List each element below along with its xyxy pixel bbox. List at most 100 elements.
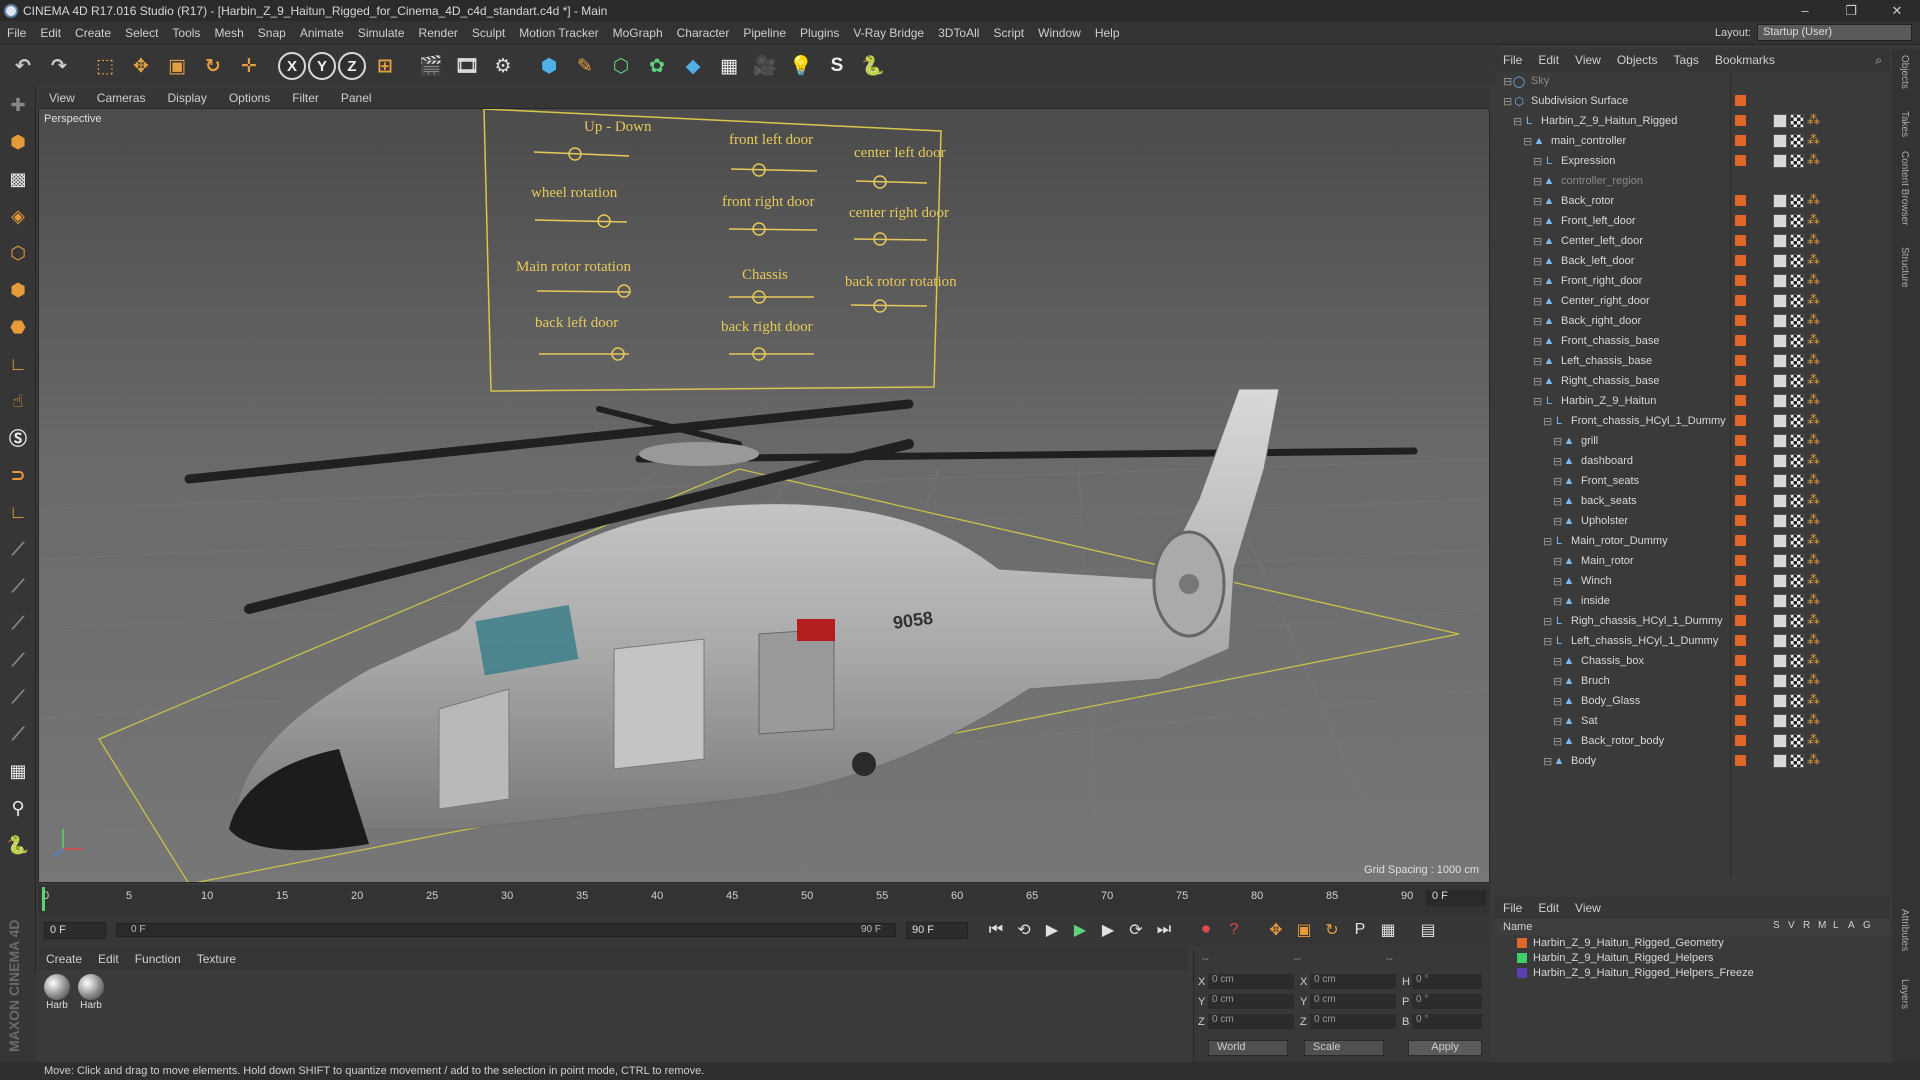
texture-tag-icon[interactable] — [1790, 494, 1804, 508]
material-tag-icon[interactable] — [1773, 534, 1787, 548]
menu-sculpt[interactable]: Sculpt — [465, 26, 512, 40]
texture-tag-icon[interactable] — [1790, 214, 1804, 228]
texture-tag-icon[interactable] — [1790, 354, 1804, 368]
material-tag-icon[interactable] — [1773, 354, 1787, 368]
layer-color-dot[interactable] — [1735, 575, 1746, 586]
object-row[interactable]: ⊟ ▲ Main_rotor ⁂ — [1495, 551, 1890, 571]
om-menu-tags[interactable]: Tags — [1666, 53, 1707, 67]
undo-icon[interactable]: ↶ — [6, 49, 40, 83]
xpresso-tag-icon[interactable]: ⁂ — [1807, 273, 1821, 288]
object-row[interactable]: ⊟ L Harbin_Z_9_Haitun ⁂ — [1495, 391, 1890, 411]
menu-3dtoall[interactable]: 3DToAll — [931, 26, 986, 40]
expand-toggle-icon[interactable]: ⊟ — [1553, 515, 1563, 528]
menu-vray-bridge[interactable]: V-Ray Bridge — [846, 26, 931, 40]
z-axis-lock-icon[interactable]: Z — [338, 52, 366, 80]
xpresso-tag-icon[interactable]: ⁂ — [1807, 453, 1821, 468]
tab-structure[interactable]: Structure — [1899, 247, 1910, 288]
previous-key-icon[interactable]: ⟲ — [1012, 918, 1036, 942]
render-settings-icon[interactable]: ⚙ — [486, 49, 520, 83]
material-tag-icon[interactable] — [1773, 374, 1787, 388]
expand-toggle-icon[interactable]: ⊟ — [1553, 555, 1563, 568]
material-tag-icon[interactable] — [1773, 114, 1787, 128]
layer-color-dot[interactable] — [1735, 595, 1746, 606]
xpresso-tag-icon[interactable]: ⁂ — [1807, 133, 1821, 148]
texture-tag-icon[interactable] — [1790, 754, 1804, 768]
layer-color-dot[interactable] — [1735, 135, 1746, 146]
expand-toggle-icon[interactable]: ⊟ — [1503, 75, 1513, 88]
material-tag-icon[interactable] — [1773, 254, 1787, 268]
menu-render[interactable]: Render — [412, 26, 465, 40]
xpresso-tag-icon[interactable]: ⁂ — [1807, 393, 1821, 408]
layer-color-dot[interactable] — [1735, 535, 1746, 546]
layer-color-dot[interactable] — [1735, 295, 1746, 306]
object-row[interactable]: ⊟ ▲ Bruch ⁂ — [1495, 671, 1890, 691]
viewport-menu-options[interactable]: Options — [218, 91, 281, 105]
magnet-icon[interactable]: ⊃ — [3, 460, 33, 490]
deformer-icon[interactable]: ◆ — [676, 49, 710, 83]
layer-color-dot[interactable] — [1735, 475, 1746, 486]
layer-color-dot[interactable] — [1735, 755, 1746, 766]
xpresso-tag-icon[interactable]: ⁂ — [1807, 193, 1821, 208]
play-icon[interactable]: ▶ — [1068, 918, 1092, 942]
expand-toggle-icon[interactable]: ⊟ — [1553, 595, 1563, 608]
object-row[interactable]: ⊟ L Expression ⁂ — [1495, 151, 1890, 171]
texture-tag-icon[interactable] — [1790, 574, 1804, 588]
expand-toggle-icon[interactable]: ⊟ — [1533, 395, 1543, 408]
object-row[interactable]: ⊟ L Front_chassis_HCyl_1_Dummy ⁂ — [1495, 411, 1890, 431]
expand-toggle-icon[interactable]: ⊟ — [1553, 735, 1563, 748]
expand-toggle-icon[interactable]: ⊟ — [1543, 755, 1553, 768]
layer-color-dot[interactable] — [1735, 655, 1746, 666]
texture-tag-icon[interactable] — [1790, 474, 1804, 488]
texture-mode-icon[interactable]: ▩ — [3, 164, 33, 194]
xpresso-tag-icon[interactable]: ⁂ — [1807, 253, 1821, 268]
xpresso-tag-icon[interactable]: ⁂ — [1807, 613, 1821, 628]
layer-color-dot[interactable] — [1735, 675, 1746, 686]
om-menu-objects[interactable]: Objects — [1609, 53, 1666, 67]
tab-objects[interactable]: Objects — [1899, 55, 1910, 89]
layer-color-dot[interactable] — [1735, 335, 1746, 346]
material-tag-icon[interactable] — [1773, 394, 1787, 408]
coordinate-system-icon[interactable]: ⊞ — [368, 49, 402, 83]
texture-tag-icon[interactable] — [1790, 734, 1804, 748]
position-x-field[interactable]: 0 cm — [1208, 974, 1294, 989]
viewport-menu-display[interactable]: Display — [156, 91, 217, 105]
material-tag-icon[interactable] — [1773, 654, 1787, 668]
point-level-icon[interactable]: ▦ — [1376, 918, 1400, 942]
xpresso-tag-icon[interactable]: ⁂ — [1807, 713, 1821, 728]
texture-tag-icon[interactable] — [1790, 314, 1804, 328]
expand-toggle-icon[interactable]: ⊟ — [1513, 115, 1523, 128]
material-tag-icon[interactable] — [1773, 474, 1787, 488]
om-menu-view[interactable]: View — [1567, 53, 1609, 67]
menu-simulate[interactable]: Simulate — [351, 26, 412, 40]
material-tag-icon[interactable] — [1773, 694, 1787, 708]
layer-color-dot[interactable] — [1735, 495, 1746, 506]
object-row[interactable]: ⊟ ▲ Upholster ⁂ — [1495, 511, 1890, 531]
floor-icon[interactable]: ▦ — [712, 49, 746, 83]
redo-icon[interactable]: ↷ — [42, 49, 76, 83]
position-y-field[interactable]: 0 cm — [1208, 994, 1294, 1009]
material-tag-icon[interactable] — [1773, 454, 1787, 468]
object-row[interactable]: ⊟ ▲ Body_Glass ⁂ — [1495, 691, 1890, 711]
material-tag-icon[interactable] — [1773, 434, 1787, 448]
expand-toggle-icon[interactable]: ⊟ — [1553, 695, 1563, 708]
xpresso-tag-icon[interactable]: ⁂ — [1807, 533, 1821, 548]
expand-toggle-icon[interactable]: ⊟ — [1543, 535, 1553, 548]
size-y-field[interactable]: 0 cm — [1310, 994, 1396, 1009]
autokeying-icon[interactable]: ? — [1222, 918, 1246, 942]
lm-menu-file[interactable]: File — [1495, 901, 1530, 915]
xpresso-tag-icon[interactable]: ⁂ — [1807, 553, 1821, 568]
material-tag-icon[interactable] — [1773, 194, 1787, 208]
layer-color-dot[interactable] — [1735, 275, 1746, 286]
size-mode-dropdown[interactable]: Scale — [1304, 1040, 1384, 1056]
expand-toggle-icon[interactable]: ⊟ — [1533, 315, 1543, 328]
timeline-window-icon[interactable]: ▤ — [1416, 918, 1440, 942]
close-button[interactable]: ✕ — [1874, 3, 1920, 19]
rotation-b-field[interactable]: 0 ° — [1412, 1014, 1482, 1029]
menu-select[interactable]: Select — [118, 26, 165, 40]
object-row[interactable]: ⊟ ▲ Center_right_door ⁂ — [1495, 291, 1890, 311]
minimize-button[interactable]: – — [1782, 3, 1828, 19]
object-row[interactable]: ⊟ ▲ main_controller ⁂ — [1495, 131, 1890, 151]
menu-tools[interactable]: Tools — [165, 26, 207, 40]
expand-toggle-icon[interactable]: ⊟ — [1553, 475, 1563, 488]
scripting-icon[interactable]: S — [820, 49, 854, 83]
